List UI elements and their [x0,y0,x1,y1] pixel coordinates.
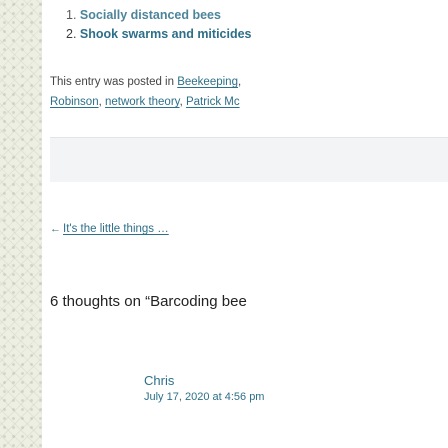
tag-link-robinson[interactable]: Robinson [50,96,99,108]
related-post-link[interactable]: Shook swarms and miticides [80,27,252,41]
section-divider [50,137,448,182]
previous-post-label[interactable]: It's the little things … [63,223,169,235]
comments-title: 6 thoughts on “Barcoding bee [50,293,247,310]
previous-post-link[interactable]: ← It's the little things … [50,223,169,235]
background-pattern [0,0,42,448]
list-item[interactable]: 2. Shook swarms and miticides [66,25,252,44]
entry-meta-prefix: This entry was posted in [50,76,175,88]
list-item[interactable]: 1. Socially distanced bees [66,6,252,25]
arrow-left-icon: ← [50,223,61,235]
comment-date[interactable]: July 17, 2020 at 4:56 pm [144,390,264,405]
related-post-link[interactable]: Socially distanced bees [80,8,221,22]
list-number: 1. [66,8,77,22]
tag-link-network-theory[interactable]: network theory [105,96,180,108]
related-posts-list: 1. Socially distanced bees 2. Shook swar… [66,6,252,45]
comment-item: Chris July 17, 2020 at 4:56 pm [144,372,264,405]
category-link-beekeeping[interactable]: Beekeeping [177,76,238,88]
comment-author[interactable]: Chris [144,372,264,390]
post-content: 1. Socially distanced bees 2. Shook swar… [42,0,448,448]
tag-link-patrick[interactable]: Patrick Mc [186,96,240,108]
list-number: 2. [66,27,77,42]
entry-meta: This entry was posted in Beekeeping, Rob… [50,76,242,109]
